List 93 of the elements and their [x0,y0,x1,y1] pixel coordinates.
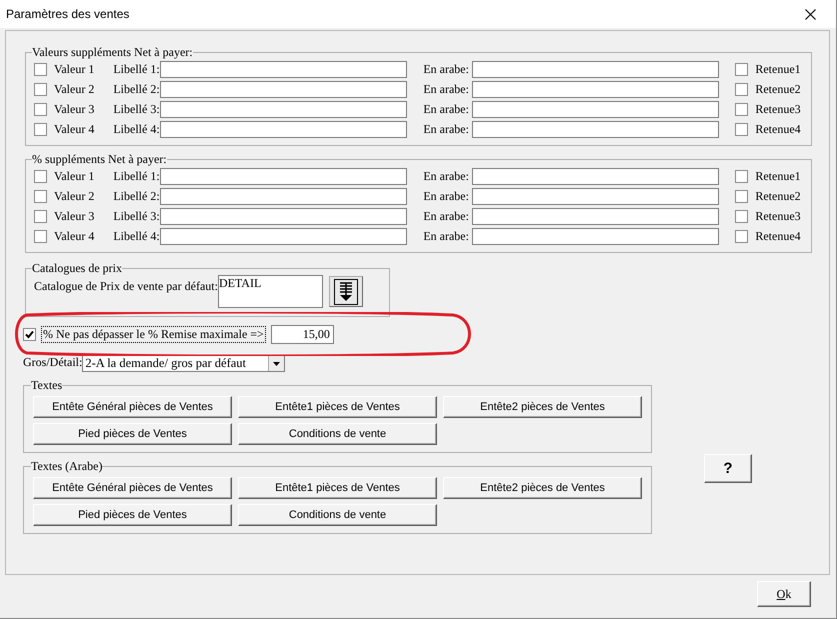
field-label: Libellé 4: [113,228,160,244]
text-button[interactable]: Entête Général pièces de Ventes [33,396,232,418]
checkbox-label: Retenue1 [755,168,801,184]
checkbox[interactable] [34,230,47,242]
checkbox[interactable] [735,102,748,116]
checkbox[interactable] [735,230,748,242]
text-button[interactable]: Entête1 pièces de Ventes [238,477,437,499]
input-field[interactable] [160,228,408,244]
checkbox-label: % Ne pas dépasser le % Remise maximale => [41,326,266,342]
checkbox-label: Valeur 2 [54,82,94,96]
input-field[interactable] [472,80,720,98]
checkbox-label: Retenue3 [755,208,801,224]
checkbox-label: Retenue2 [755,82,801,96]
checkbox-label: Retenue3 [755,102,801,116]
input-field[interactable] [472,60,720,78]
field-label: Catalogue de Prix de vente par défaut: [34,279,218,294]
group-title: % suppléments Net à payer: [32,152,167,166]
text-button[interactable]: Conditions de vente [238,504,437,526]
field-label: Libellé 1: [113,62,160,76]
group-title: Catalogues de prix [32,261,122,275]
input-field[interactable] [160,208,408,224]
field-label: Libellé 4: [113,122,160,136]
checkbox-label: Retenue4 [755,228,801,244]
dropdown-field[interactable]: 2-A la demande/ gros par défaut [82,355,286,372]
arrow-down-lines-icon [334,278,358,304]
group-title: Textes (Arabe) [31,459,102,473]
input-field[interactable] [160,168,408,184]
field-label: Libellé 3: [113,208,160,224]
input-field[interactable] [160,100,408,118]
checkbox[interactable] [735,82,748,96]
input-field[interactable] [472,168,720,184]
checkbox[interactable] [34,62,47,76]
input-field[interactable] [160,80,408,98]
field-label: En arabe: [423,228,470,244]
text-button[interactable]: Pied pièces de Ventes [33,423,232,445]
text-button[interactable]: Conditions de vente [238,423,437,445]
catalogue-field[interactable]: DETAIL [218,275,323,308]
checkbox[interactable] [34,102,47,116]
input-field[interactable] [160,120,408,138]
checkbox-label: Valeur 3 [54,102,94,116]
input-field[interactable] [472,228,720,244]
checkbox[interactable] [735,122,748,136]
checkbox[interactable] [34,82,47,96]
group-title: Textes [31,378,62,392]
checkbox[interactable] [34,122,47,136]
checkbox-label: Valeur 4 [54,228,94,244]
help-button[interactable]: ? [704,454,752,483]
dropdown-button[interactable] [328,276,363,307]
text-button[interactable]: Entête1 pièces de Ventes [238,396,437,418]
checkbox-label: Valeur 4 [54,122,94,136]
checkbox[interactable] [735,170,748,182]
input-field[interactable] [472,208,720,224]
checkbox[interactable] [34,170,47,182]
text-button[interactable]: Entête2 pièces de Ventes [443,477,642,499]
checkbox[interactable] [735,190,748,202]
field-label: En arabe: [423,82,470,96]
field-label: En arabe: [423,62,470,76]
field-label: Gros/Détail: [23,355,82,370]
checkbox[interactable] [735,62,748,76]
checkbox-label: Retenue1 [755,62,801,76]
field-label: En arabe: [423,102,470,116]
field-label: Libellé 3: [113,102,160,116]
checkbox-label: Valeur 1 [54,168,94,184]
input-field[interactable] [472,188,720,204]
checkbox-label: Retenue2 [755,188,801,204]
checkbox-label: Valeur 1 [54,62,94,76]
field-label: Libellé 2: [113,188,160,204]
text-button[interactable]: Entête Général pièces de Ventes [33,477,232,499]
checkbox[interactable] [34,210,47,222]
window-title: Paramètres des ventes [6,7,130,21]
checkbox-label: Retenue4 [755,122,801,136]
checkbox[interactable] [23,328,36,340]
group-title: Valeurs suppléments Net à payer: [32,45,193,59]
input-field[interactable]: 15,00 [270,324,334,344]
field-label: Libellé 2: [113,82,160,96]
field-label: En arabe: [423,188,470,204]
text-button[interactable]: Pied pièces de Ventes [33,504,232,526]
text-button[interactable]: Entête2 pièces de Ventes [443,396,642,418]
checkbox-label: Valeur 3 [54,208,94,224]
checkbox[interactable] [735,210,748,222]
input-field[interactable] [472,100,720,118]
dropdown-value: 2-A la demande/ gros par défaut [84,356,248,371]
input-field[interactable] [472,120,720,138]
field-label: En arabe: [423,208,470,224]
input-field[interactable] [160,188,408,204]
ok-button[interactable]: Ok [757,581,811,607]
close-icon[interactable] [805,8,816,20]
field-label: En arabe: [423,168,470,184]
field-label: En arabe: [423,122,470,136]
checkbox-label: Valeur 2 [54,188,94,204]
checkbox[interactable] [34,190,47,202]
input-field[interactable] [160,60,408,78]
field-label: Libellé 1: [113,168,160,184]
